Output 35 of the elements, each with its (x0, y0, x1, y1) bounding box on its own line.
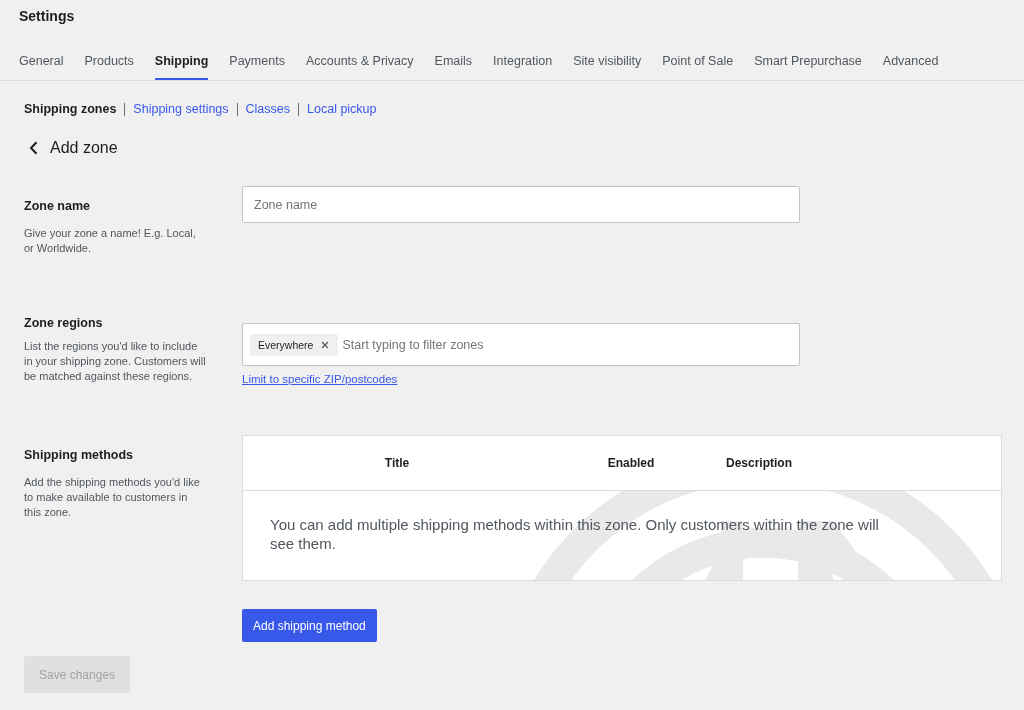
section-description: List the regions you'd like to include in your shipping zone. Customers will be matched against these regions. (24, 339, 206, 384)
empty-message: You can add multiple shipping methods within this zone. Only customers within the zone will see them. (270, 515, 880, 553)
add-shipping-method-button[interactable]: Add shipping method (242, 609, 377, 642)
chevron-left-icon[interactable] (29, 141, 38, 155)
regions-field[interactable]: Everywhere Start typing to filter zones (242, 323, 800, 366)
settings-tab[interactable]: Point of Sale (662, 53, 734, 80)
section-description: Give your zone a name! E.g. Local, or Worldwide. (24, 226, 197, 256)
settings-tab[interactable]: Smart Prepurchase (754, 53, 862, 80)
settings-tab[interactable]: Advanced (882, 53, 939, 80)
settings-tab[interactable]: Shipping (154, 53, 209, 80)
close-icon[interactable] (321, 340, 330, 349)
token-label: Everywhere (258, 338, 314, 351)
settings-tab[interactable]: Products (84, 53, 134, 80)
page-header-title: Settings (19, 7, 75, 25)
subnav-link[interactable]: Local pickup (307, 101, 377, 117)
settings-tab[interactable]: Accounts & Privacy (305, 53, 414, 80)
page-title: Add zone (50, 138, 118, 158)
settings-tab[interactable]: Payments (229, 53, 285, 80)
column-header: Description (726, 456, 792, 470)
column-header: Enabled (607, 456, 655, 470)
postcode-limit-link[interactable]: Limit to specific ZIP/postcodes (242, 372, 398, 387)
subnav-link[interactable]: Shipping zones (24, 101, 117, 117)
settings-tab[interactable]: General (19, 53, 64, 80)
section-heading: Zone regions (24, 315, 103, 331)
section-heading: Shipping methods (24, 447, 134, 463)
settings-tab[interactable]: Site visibility (573, 53, 642, 80)
subnav-link[interactable]: Classes (245, 101, 291, 117)
column-header: Title (384, 456, 410, 470)
subnav-link[interactable]: Shipping settings (133, 101, 229, 117)
section-description: Add the shipping methods you'd like to make available to customers in this zone. (24, 475, 201, 520)
section-heading: Zone name (24, 198, 90, 214)
settings-tab[interactable]: Integration (493, 53, 553, 80)
zone-name-field[interactable]: Zone name (242, 186, 800, 223)
settings-tab[interactable]: Emails (434, 53, 473, 80)
zone-filter-input[interactable]: Start typing to filter zones (342, 334, 792, 355)
